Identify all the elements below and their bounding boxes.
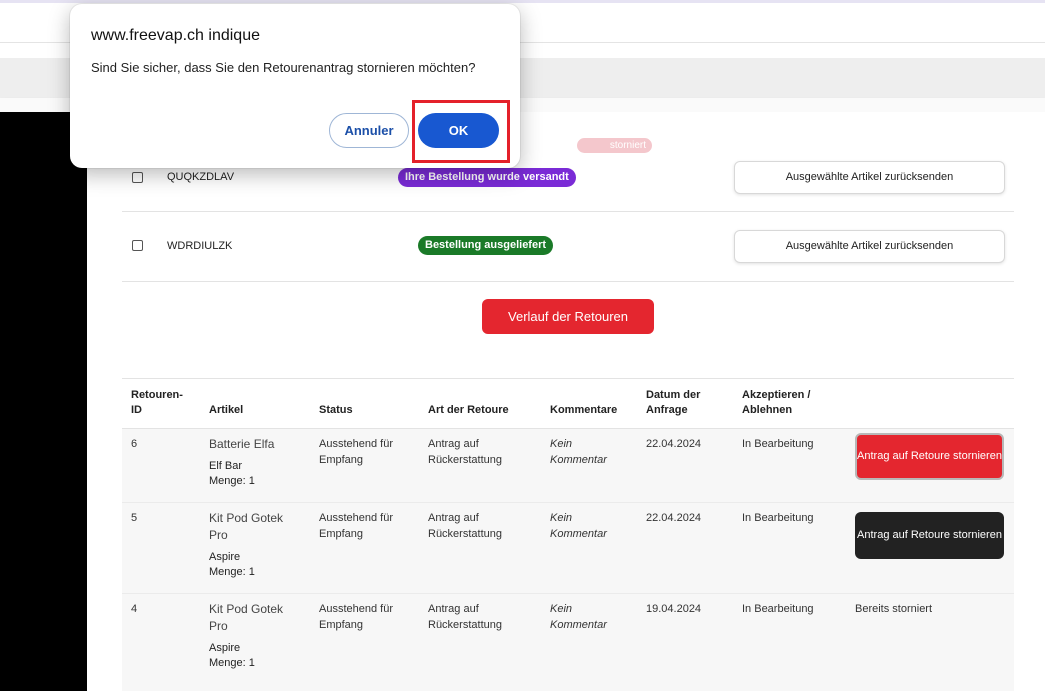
- col-comments: Kommentare: [550, 404, 618, 416]
- return-id: 6: [131, 438, 138, 450]
- return-comment: Kein Kommentar: [550, 603, 607, 631]
- returns-history-button[interactable]: Verlauf der Retouren: [482, 299, 654, 334]
- product-name: Kit Pod Gotek Pro: [209, 511, 284, 542]
- return-status: Ausstehend für Empfang: [319, 603, 393, 631]
- return-type: Antrag auf Rückerstattung: [428, 603, 502, 631]
- return-date: 22.04.2024: [646, 512, 702, 524]
- product-brand: Elf Bar: [209, 460, 243, 472]
- col-return-type: Art der Retoure: [428, 404, 509, 416]
- col-article: Artikel: [209, 404, 244, 416]
- product-quantity: Menge: 1: [209, 475, 255, 487]
- product-name: Batterie Elfa: [209, 437, 275, 451]
- product-quantity: Menge: 1: [209, 657, 255, 669]
- order-id: QUQKZDLAV: [167, 171, 235, 183]
- order-id: WDRDIULZK: [167, 240, 233, 252]
- article-cell: Kit Pod Gotek Pro Aspire Menge: 1: [209, 510, 294, 580]
- return-decision: In Bearbeitung: [742, 603, 814, 615]
- status-badge: storniert: [577, 138, 652, 153]
- return-selected-button[interactable]: Ausgewählte Artikel zurücksenden: [734, 230, 1005, 263]
- cancel-return-button[interactable]: Antrag auf Retoure stornieren: [855, 433, 1004, 480]
- cancel-button[interactable]: Annuler: [329, 113, 409, 148]
- table-row: 4 Kit Pod Gotek Pro Aspire Menge: 1 Auss…: [122, 594, 1014, 684]
- table-row: 6 Batterie Elfa Elf Bar Menge: 1 Aussteh…: [122, 429, 1014, 503]
- product-quantity: Menge: 1: [209, 566, 255, 578]
- return-id: 5: [131, 512, 138, 524]
- returns-table: Retouren-ID Artikel Status Art der Retou…: [122, 378, 1014, 684]
- article-cell: Batterie Elfa Elf Bar Menge: 1: [209, 436, 294, 489]
- already-cancelled-text: Bereits storniert: [855, 603, 933, 615]
- table-row: 5 Kit Pod Gotek Pro Aspire Menge: 1 Auss…: [122, 503, 1014, 594]
- col-status: Status: [319, 404, 353, 416]
- table-header: Retouren-ID Artikel Status Art der Retou…: [122, 379, 1014, 429]
- main-content: storniert QUQKZDLAV Ihre Bestellung wurd…: [87, 112, 1045, 691]
- order-checkbox[interactable]: [132, 240, 143, 251]
- product-brand: Aspire: [209, 642, 241, 654]
- col-return-id: Retouren-ID: [131, 389, 183, 416]
- col-accept-reject: Akzeptieren / Ablehnen: [742, 389, 811, 416]
- order-row: WDRDIULZK Bestellung ausgeliefert Ausgew…: [122, 212, 1014, 282]
- table-continuation: [122, 683, 1014, 691]
- dialog-title: www.freevap.ch indique: [91, 27, 260, 44]
- return-decision: In Bearbeitung: [742, 438, 814, 450]
- return-decision: In Bearbeitung: [742, 512, 814, 524]
- return-status: Ausstehend für Empfang: [319, 438, 393, 466]
- status-badge: Ihre Bestellung wurde versandt: [398, 168, 576, 187]
- product-name: Kit Pod Gotek Pro: [209, 602, 284, 633]
- product-brand: Aspire: [209, 551, 241, 563]
- return-status: Ausstehend für Empfang: [319, 512, 393, 540]
- article-cell: Kit Pod Gotek Pro Aspire Menge: 1: [209, 601, 294, 671]
- return-id: 4: [131, 603, 138, 615]
- return-date: 19.04.2024: [646, 603, 702, 615]
- ok-button-highlight: [412, 100, 510, 163]
- cancel-return-button[interactable]: Antrag auf Retoure stornieren: [855, 512, 1004, 559]
- return-comment: Kein Kommentar: [550, 438, 607, 466]
- return-date: 22.04.2024: [646, 438, 702, 450]
- return-type: Antrag auf Rückerstattung: [428, 512, 502, 540]
- return-comment: Kein Kommentar: [550, 512, 607, 540]
- col-request-date: Datum der Anfrage: [646, 389, 701, 416]
- return-type: Antrag auf Rückerstattung: [428, 438, 502, 466]
- order-checkbox[interactable]: [132, 172, 143, 183]
- return-selected-button[interactable]: Ausgewählte Artikel zurücksenden: [734, 161, 1005, 194]
- left-sidebar: [0, 112, 87, 691]
- status-badge: Bestellung ausgeliefert: [418, 236, 554, 255]
- dialog-message: Sind Sie sicher, dass Sie den Retourenan…: [91, 60, 476, 75]
